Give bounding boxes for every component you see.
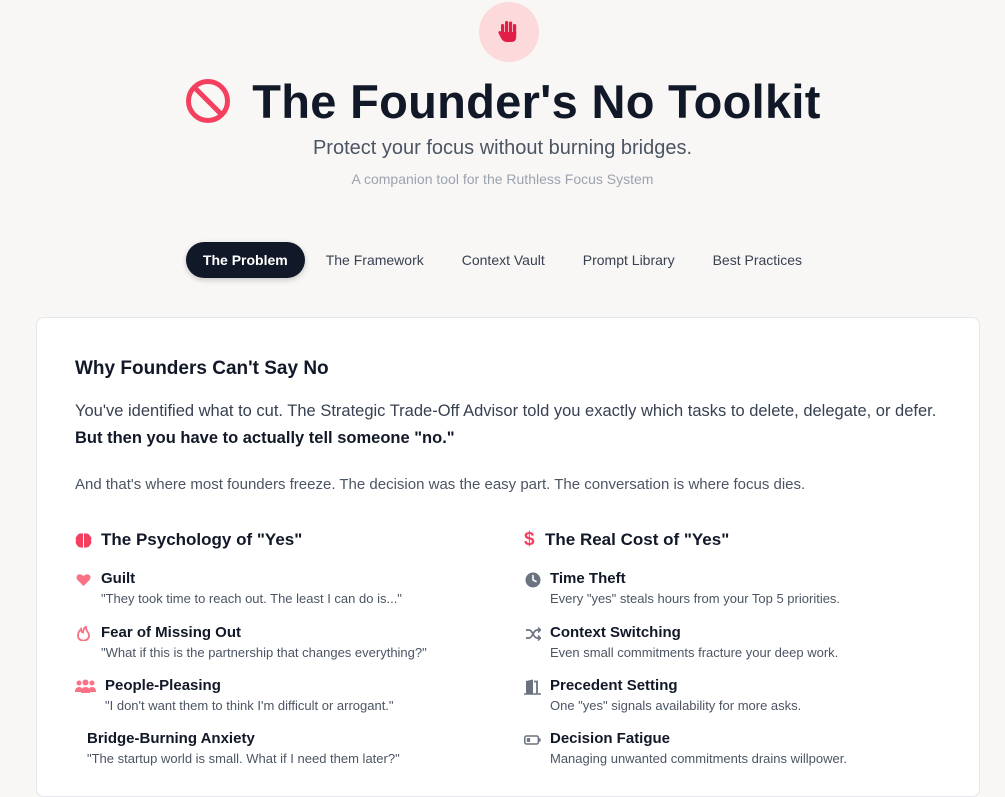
heart-icon (76, 573, 91, 586)
users-icon (75, 679, 96, 693)
item-desc: "What if this is the partnership that ch… (101, 645, 427, 660)
bridge-icon (75, 731, 78, 748)
battery-low-icon (524, 734, 541, 745)
item-desc: Managing unwanted commitments drains wil… (550, 751, 847, 766)
item-desc: "I don't want them to think I'm difficul… (105, 698, 394, 713)
item-desc: Every "yes" steals hours from your Top 5… (550, 591, 841, 606)
section-heading: Why Founders Can't Say No (75, 358, 329, 379)
companion-note: A companion tool for the Ruthless Focus … (351, 171, 654, 187)
note-paragraph: And that's where most founders freeze. T… (75, 476, 806, 493)
item-title: Fear of Missing Out (101, 624, 242, 641)
item-desc: "They took time to reach out. The least … (101, 591, 402, 606)
brain-icon (75, 532, 92, 548)
flame-icon (77, 626, 90, 641)
psychology-heading: The Psychology of "Yes" (75, 528, 495, 552)
psychology-title: The Psychology of "Yes" (101, 530, 303, 549)
item-title: Time Theft (550, 570, 626, 587)
title-row: The Founder's No Toolkit (0, 70, 1005, 132)
raised-hand-icon (498, 21, 517, 42)
tab-context-vault[interactable]: Context Vault (445, 242, 562, 278)
page-subtitle: Protect your focus without burning bridg… (312, 137, 693, 159)
item-desc: Even small commitments fracture your dee… (550, 645, 839, 660)
list-item-precedent-setting: Precedent Setting One "yes" signals avai… (524, 677, 801, 715)
clock-icon (525, 572, 540, 587)
list-item-decision-fatigue: Decision Fatigue Managing unwanted commi… (524, 730, 847, 768)
item-desc: One "yes" signals availability for more … (550, 698, 802, 713)
door-icon (524, 679, 541, 695)
cost-heading: $ The Real Cost of "Yes" (524, 528, 944, 552)
page-title: The Founder's No Toolkit (252, 74, 821, 128)
list-item-guilt: Guilt "They took time to reach out. The … (75, 570, 402, 608)
tab-best-practices[interactable]: Best Practices (696, 242, 819, 278)
list-item-bridge-anxiety: Bridge-Burning Anxiety "The startup worl… (75, 730, 400, 768)
tab-the-problem[interactable]: The Problem (185, 242, 305, 278)
hero-badge (479, 2, 539, 62)
dollar-icon: $ (524, 529, 535, 550)
list-item-context-switching: Context Switching Even small commitments… (524, 624, 838, 662)
list-item-fomo: Fear of Missing Out "What if this is the… (75, 624, 427, 662)
tab-the-framework[interactable]: The Framework (309, 242, 441, 278)
cost-title: The Real Cost of "Yes" (545, 530, 730, 549)
item-title: Precedent Setting (550, 677, 678, 694)
prohibited-icon (186, 79, 231, 123)
item-title: People-Pleasing (105, 677, 221, 694)
item-title: Guilt (101, 570, 136, 587)
tab-bar: The Problem The Framework Context Vault … (0, 242, 1005, 278)
problem-card: Why Founders Can't Say No You've identif… (36, 317, 980, 797)
item-title: Decision Fatigue (550, 730, 671, 747)
cost-column: $ The Real Cost of "Yes" Time Theft Ever… (524, 528, 944, 766)
list-item-time-theft: Time Theft Every "yes" steals hours from… (524, 570, 840, 608)
lead-text: You've identified what to cut. The Strat… (75, 402, 937, 420)
item-desc: "The startup world is small. What if I n… (87, 751, 400, 766)
lead-bold: But then you have to actually tell someo… (75, 429, 455, 447)
lead-paragraph: You've identified what to cut. The Strat… (75, 398, 945, 452)
item-title: Context Switching (550, 624, 681, 641)
psychology-column: The Psychology of "Yes" Guilt "They took… (75, 528, 495, 766)
tab-prompt-library[interactable]: Prompt Library (566, 242, 692, 278)
list-item-people-pleasing: People-Pleasing "I don't want them to th… (75, 677, 394, 715)
item-title: Bridge-Burning Anxiety (87, 730, 255, 747)
shuffle-icon (525, 626, 541, 641)
